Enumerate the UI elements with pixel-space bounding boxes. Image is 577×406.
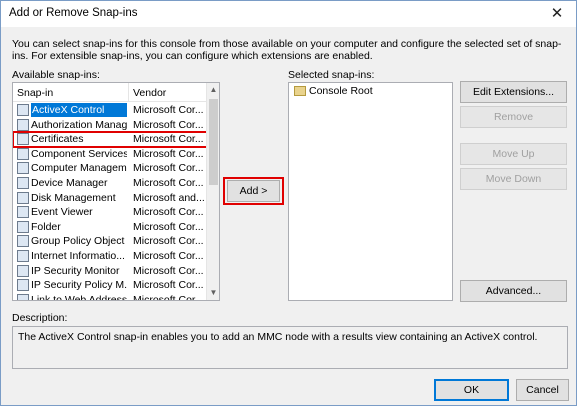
console-root-folder-icon [294,86,306,97]
snapin-name: Folder [31,220,61,233]
snapin-row[interactable]: Disk Management Microsoft and... [13,191,208,206]
ok-button[interactable]: OK [434,379,509,401]
iis-icon [17,250,29,262]
snapin-vendor: Microsoft Cor... [133,118,204,131]
list-scrollbar[interactable]: ▲ ▼ [206,83,219,300]
snapin-name: Event Viewer [31,206,93,219]
snapin-name: Device Manager [31,177,108,189]
selected-snapins-tree[interactable]: Console Root [288,82,453,301]
snapin-vendor: Microsoft Cor... [133,206,204,219]
description-box: The ActiveX Control snap-in enables you … [12,326,568,369]
move-down-button[interactable]: Move Down [460,168,567,190]
snapin-vendor: Microsoft Cor... [133,162,204,175]
scroll-up-arrow-icon[interactable]: ▲ [207,83,219,97]
snapin-row[interactable]: Device Manager Microsoft Cor... [13,176,208,191]
event-viewer-icon [17,206,29,219]
snapin-row[interactable]: Internet Informatio... Microsoft Cor... [13,249,208,264]
available-snapins-label: Available snap-ins: [12,69,100,81]
ip-security-policy-icon [17,279,29,292]
scroll-thumb[interactable] [209,99,218,185]
snapin-name: Computer Managem... [31,162,127,175]
snapin-name: Authorization Manager [31,118,127,131]
snapin-vendor: Microsoft Cor... [133,133,204,146]
snapin-vendor: Microsoft Cor... [133,279,204,292]
selected-snapins-label: Selected snap-ins: [288,69,375,81]
folder-icon [17,220,29,233]
close-icon[interactable]: ✕ [544,4,570,24]
tree-item-console-root[interactable]: Console Root [294,85,373,99]
link-icon [17,293,29,300]
list-header: Snap-in Vendor [13,83,208,102]
computer-management-icon [17,162,29,175]
snapin-name: IP Security Policy M... [31,279,127,292]
snapin-vendor: Microsoft Cor... [133,104,204,116]
snapin-row[interactable]: Certificates Microsoft Cor... [13,131,209,148]
available-snapins-list[interactable]: Snap-in Vendor ActiveX Control Microsoft … [12,82,220,301]
activex-icon [17,104,29,116]
edit-extensions-button[interactable]: Edit Extensions... [460,81,567,103]
component-services-icon [17,147,29,160]
snapin-vendor: Microsoft Cor... [133,264,204,277]
scroll-down-arrow-icon[interactable]: ▼ [207,286,219,300]
snapin-row[interactable]: Component Services Microsoft Cor... [13,147,208,162]
snapin-row[interactable]: Event Viewer Microsoft Cor... [13,205,208,220]
snapin-vendor: Microsoft Cor... [133,220,204,233]
column-header-snapin[interactable]: Snap-in [17,87,53,99]
snapin-row[interactable]: ActiveX Control Microsoft Cor... [13,103,208,118]
add-button-highlight: Add > [223,177,284,205]
intro-text: You can select snap-ins for this console… [12,38,562,62]
add-remove-snapins-dialog: Add or Remove Snap-ins ✕ You can select … [0,0,577,406]
disk-management-icon [17,191,29,204]
snapin-row[interactable]: IP Security Monitor Microsoft Cor... [13,264,208,279]
description-label: Description: [12,312,68,324]
snapin-name: Disk Management [31,191,116,204]
snapin-vendor: Microsoft Cor... [133,147,204,160]
snapin-name: Certificates [31,133,84,146]
snapin-name: Component Services [31,147,127,160]
snapin-vendor: Microsoft Cor... [133,293,204,301]
dialog-title: Add or Remove Snap-ins [9,7,138,19]
authorization-icon [17,118,29,131]
snapin-row[interactable]: Folder Microsoft Cor... [13,220,208,235]
title-bar: Add or Remove Snap-ins ✕ [1,1,576,27]
description-text: The ActiveX Control snap-in enables you … [18,331,538,343]
snapin-row[interactable]: IP Security Policy M... Microsoft Cor... [13,278,208,293]
snapin-row[interactable]: Link to Web Address Microsoft Cor... [13,293,208,301]
tree-item-label: Console Root [309,85,373,97]
snapin-row[interactable]: Authorization Manager Microsoft Cor... [13,118,208,133]
snapin-row[interactable]: Group Policy Object ... Microsoft Cor... [13,234,208,249]
snapin-name: Link to Web Address [31,293,127,301]
group-policy-icon [17,235,29,248]
snapin-vendor: Microsoft Cor... [133,235,204,248]
advanced-button[interactable]: Advanced... [460,280,567,302]
certificate-icon [17,133,29,146]
add-button[interactable]: Add > [227,180,280,202]
snapin-name: Internet Informatio... [31,250,125,262]
device-manager-icon [17,177,29,189]
column-header-vendor[interactable]: Vendor [133,87,166,99]
snapin-vendor: Microsoft and... [133,191,205,204]
snapin-row[interactable]: Computer Managem... Microsoft Cor... [13,161,208,176]
ip-security-monitor-icon [17,264,29,277]
snapin-name: Group Policy Object ... [31,235,127,248]
snapin-vendor: Microsoft Cor... [133,177,204,189]
remove-button[interactable]: Remove [460,106,567,128]
snapin-vendor: Microsoft Cor... [133,250,204,262]
cancel-button[interactable]: Cancel [516,379,569,401]
snapin-name: IP Security Monitor [31,264,120,277]
column-divider[interactable] [128,83,129,102]
move-up-button[interactable]: Move Up [460,143,567,165]
snapin-name: ActiveX Control [31,103,127,117]
